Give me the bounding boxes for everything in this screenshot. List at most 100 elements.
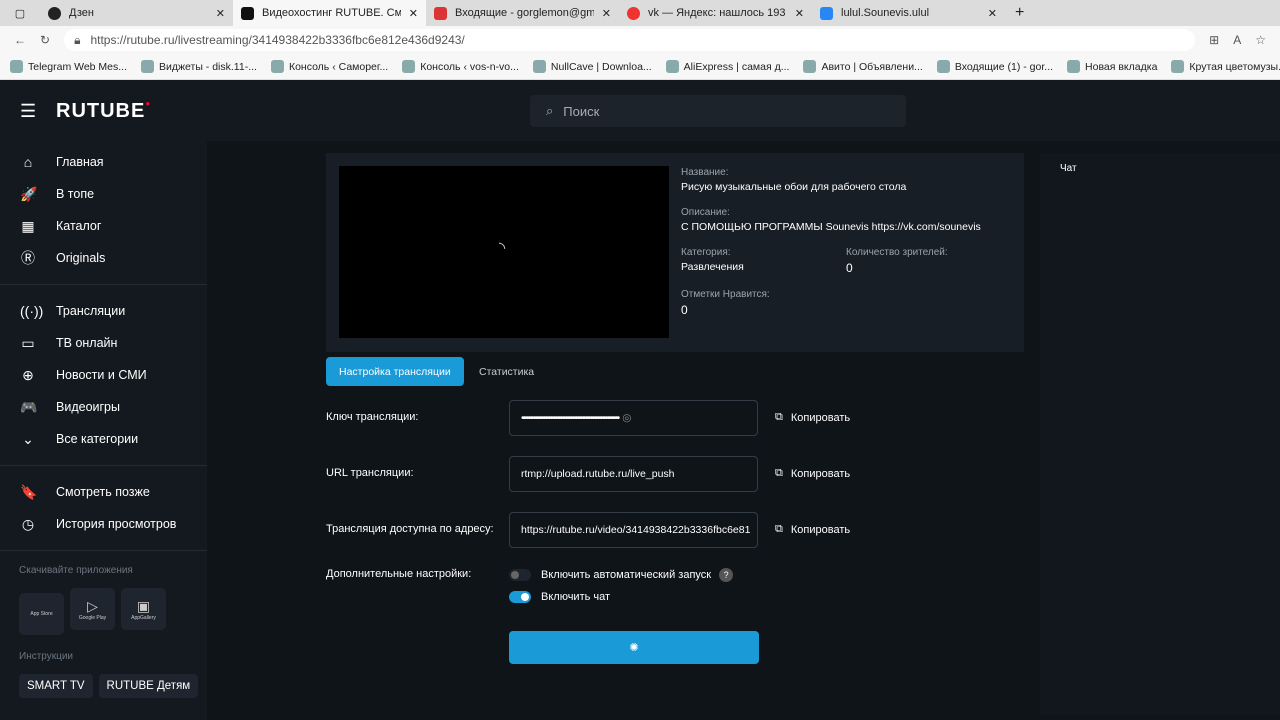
bookmark-favicon-icon	[10, 60, 23, 73]
stream-url-label: URL трансляции:	[326, 467, 414, 479]
sidebar-item[interactable]: 🚀 В топе	[0, 178, 207, 210]
logo[interactable]: RUTUBE	[56, 100, 145, 123]
sidebar-item[interactable]: Ⓡ Originals	[0, 242, 207, 274]
autostart-toggle-row: Включить автоматический запуск ?	[509, 568, 734, 582]
bookmark-item[interactable]: AliExpress | самая д...	[665, 60, 789, 73]
stream-category: Развлечения	[681, 261, 744, 273]
copy-url-button[interactable]: ⧉ Копировать	[775, 467, 850, 480]
url-field[interactable]: 🔒︎ https://rutube.ru/livestreaming/341493…	[64, 29, 1196, 51]
close-tab-icon[interactable]: ✕	[795, 7, 804, 20]
video-player[interactable]: ◝	[339, 166, 669, 338]
close-tab-icon[interactable]: ✕	[602, 7, 611, 20]
apps-title: Скачивайте приложения	[19, 565, 133, 576]
sidebar-item[interactable]: ⊕ Новости и СМИ	[0, 359, 207, 391]
bookmark-favicon-icon	[936, 60, 950, 73]
bookmark-item[interactable]: Консоль ‹ Саморег...	[270, 60, 388, 73]
bookmark-favicon-icon	[1067, 60, 1081, 73]
new-tab-button[interactable]: +	[1005, 4, 1024, 22]
copy-address-button[interactable]: ⧉ Копировать	[775, 523, 850, 536]
bookmark-item[interactable]: Консоль ‹ vos-n-vo...	[402, 60, 519, 73]
close-tab-icon[interactable]: ✕	[216, 7, 225, 20]
bookmarks-bar: Telegram Web Mes... Виджеты - disk.11-...…	[0, 54, 1280, 80]
smart-tv-button[interactable]: SMART TV	[19, 673, 93, 698]
copy-icon: ⧉	[775, 411, 783, 423]
gmail-icon	[434, 6, 447, 20]
sidebar-item[interactable]: ((·)) Трансляции	[0, 295, 207, 327]
browser-tab[interactable]: Дзен ✕	[40, 0, 233, 26]
lock-icon: 🔒︎	[74, 32, 81, 47]
app-icon[interactable]: ⊞	[1209, 33, 1219, 47]
browser-tab[interactable]: Входящие - gorglemon@gmail.c✕	[426, 0, 619, 26]
sidebar-item[interactable]: ⌂ Главная	[0, 146, 207, 178]
sidebar-icon: ⌄	[22, 430, 34, 447]
browser-tab[interactable]: vk — Яндекс: нашлось 193 тыс.✕	[619, 0, 812, 26]
sidebar-item[interactable]: ⌄ Все категории	[0, 423, 207, 455]
read-aloud-icon[interactable]: A	[1233, 33, 1241, 47]
sidebar-icon: ▭	[21, 334, 35, 351]
menu-icon[interactable]: ☰	[20, 101, 36, 122]
extra-settings-label: Дополнительные настройки:	[326, 568, 472, 580]
stream-url-input[interactable]: rtmp://upload.rutube.ru/live_push	[509, 456, 758, 492]
sidebar-item[interactable]: 🎮 Видеоигры	[0, 391, 207, 423]
appgallery-button[interactable]: ▣ AppGallery	[121, 588, 166, 630]
copy-key-button[interactable]: ⧉ Копировать	[775, 411, 850, 424]
stream-info-card: ◝ Название: Рисую музыкальные обои для ра…	[326, 153, 1024, 352]
bookmark-item[interactable]: Авито | Объявлени...	[803, 60, 923, 73]
sidebar-icon: ⊕	[22, 366, 34, 383]
search-icon: ⌕	[546, 103, 554, 118]
bookmark-favicon-icon	[402, 60, 416, 73]
bookmark-item[interactable]: NullCave | Downloa...	[532, 60, 652, 73]
chat-toggle[interactable]	[509, 591, 531, 603]
bookmark-item[interactable]: Telegram Web Mes...	[10, 60, 127, 73]
back-icon[interactable]: ←	[14, 33, 26, 47]
sidebar-item[interactable]: 🔖 Смотреть позже	[0, 476, 207, 508]
reload-icon[interactable]: ↻	[40, 33, 50, 47]
bookmark-favicon-icon	[1171, 60, 1185, 73]
browser-tab-active[interactable]: Видеохостинг RUTUBE. Смотрит✕	[233, 0, 426, 26]
tab-stream-settings[interactable]: Настройка трансляции	[326, 357, 464, 386]
bookmark-item[interactable]: Виджеты - disk.11-...	[141, 60, 257, 73]
close-tab-icon[interactable]: ✕	[988, 7, 997, 20]
copy-icon: ⧉	[775, 523, 783, 535]
tab-actions-icon[interactable]: ▢	[0, 7, 40, 20]
favorite-icon[interactable]: ☆	[1255, 33, 1266, 47]
chat-title: Чат	[1060, 163, 1077, 174]
chat-panel: Чат	[1040, 153, 1280, 715]
start-stream-button[interactable]: ✺	[509, 631, 759, 664]
browser-tab-bar: ▢ Дзен✕ Видеохостинг RUTUBE. Смотрит✕ Вх…	[0, 0, 1280, 26]
tab-statistics[interactable]: Статистика	[466, 357, 547, 386]
site-header: ☰ RUTUBE ● ⌕ Поиск	[0, 81, 1280, 141]
search-input[interactable]: ⌕ Поиск	[530, 95, 906, 127]
copy-icon: ⧉	[775, 467, 783, 479]
stream-key-input[interactable]: ••••••••••••••••••••••••••••••••••••••••…	[509, 400, 758, 436]
bookmark-favicon-icon	[803, 60, 817, 73]
likes-count: 0	[681, 303, 688, 317]
app-store-button[interactable]: App Store	[19, 592, 64, 635]
stream-address-input[interactable]: https://rutube.ru/video/3414938422b3336f…	[509, 512, 758, 548]
bookmark-item[interactable]: Новая вкладка	[1067, 60, 1157, 73]
main-content: ◝ Название: Рисую музыкальные обои для ра…	[207, 141, 1280, 720]
close-tab-icon[interactable]: ✕	[409, 7, 418, 20]
address-bar-row: ← ↻ 🔒︎ https://rutube.ru/livestreaming/341…	[0, 26, 1280, 54]
rutube-icon	[241, 6, 254, 20]
bookmark-favicon-icon	[141, 60, 155, 73]
sidebar-item[interactable]: ▦ Каталог	[0, 210, 207, 242]
eye-icon[interactable]: ◎	[622, 412, 631, 424]
sidebar-icon: ((·))	[20, 303, 44, 319]
browser-tab[interactable]: lulul.Sounevis.ulul ✕	[812, 0, 1005, 26]
stream-name: Рисую музыкальные обои для рабочего стол…	[681, 181, 907, 193]
sidebar-icon: 🔖	[20, 483, 38, 500]
loading-spinner-icon: ✺	[629, 642, 639, 654]
autostart-toggle[interactable]	[509, 569, 531, 581]
sidebar-item[interactable]: ▭ ТВ онлайн	[0, 327, 207, 359]
google-play-button[interactable]: ▷ Google Play	[70, 588, 115, 630]
help-icon[interactable]: ?	[719, 568, 734, 582]
sidebar-icon: 🎮	[20, 398, 38, 415]
sidebar-item[interactable]: ◷ История просмотров	[0, 508, 207, 540]
chat-toggle-row: Включить чат	[509, 591, 610, 603]
rutube-kids-button[interactable]: RUTUBE Детям	[98, 673, 199, 698]
bookmark-item[interactable]: Входящие (1) - gor...	[936, 60, 1053, 73]
dzen-icon	[48, 6, 61, 20]
sidebar-icon: ◷	[21, 515, 35, 532]
bookmark-item[interactable]: Крутая цветомузы...	[1171, 60, 1280, 73]
